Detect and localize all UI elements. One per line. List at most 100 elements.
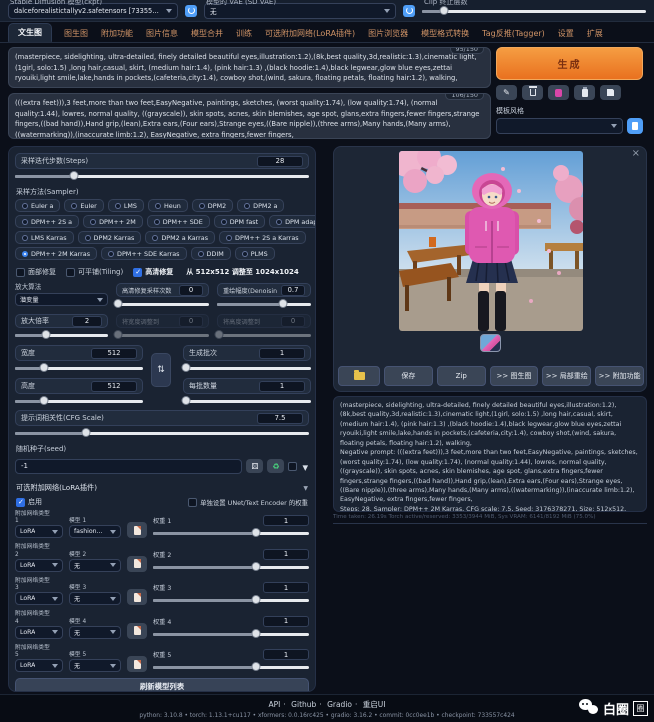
- lora-model-dropdown[interactable]: 无: [69, 659, 121, 672]
- sampler-option[interactable]: DDIM: [191, 247, 231, 260]
- lora-model-dropdown[interactable]: 无: [69, 626, 121, 639]
- reuse-seed-button[interactable]: ♻: [267, 459, 284, 473]
- lora-file-button[interactable]: [127, 556, 147, 572]
- steps-slider[interactable]: [15, 172, 309, 181]
- lora-model-dropdown[interactable]: 无: [69, 592, 121, 605]
- random-seed-button[interactable]: ⚄: [246, 459, 263, 473]
- gallery-thumbnail[interactable]: [480, 334, 501, 352]
- clip-skip-slider[interactable]: [422, 7, 646, 16]
- lora-weight-value[interactable]: 1: [263, 582, 309, 593]
- sampler-option[interactable]: DPM2 a: [237, 199, 284, 212]
- upscale-by-slider[interactable]: [15, 331, 108, 340]
- cfg-slider[interactable]: [15, 429, 309, 438]
- tab-extensions[interactable]: 扩展: [586, 25, 604, 42]
- sampler-option[interactable]: LMS Karras: [15, 231, 74, 244]
- lora-weight-slider[interactable]: [153, 663, 309, 672]
- hires-steps-value[interactable]: 0: [179, 285, 203, 296]
- height-slider[interactable]: [15, 397, 143, 406]
- lora-weight-value[interactable]: 1: [263, 515, 309, 526]
- refresh-vae-button[interactable]: [403, 5, 415, 17]
- upscale-by-value[interactable]: 2: [72, 316, 102, 327]
- sampler-option[interactable]: DPM++ SDE Karras: [101, 247, 186, 260]
- tab-img2img[interactable]: 图生图: [63, 25, 89, 42]
- width-slider[interactable]: [15, 364, 143, 373]
- upscaler-dropdown[interactable]: 潜变量: [15, 293, 108, 306]
- sampler-option[interactable]: DPM fast: [214, 215, 265, 228]
- lora-weight-slider[interactable]: [153, 529, 309, 538]
- seed-extra-caret[interactable]: ▼: [302, 463, 308, 472]
- lora-weight-slider[interactable]: [153, 596, 309, 605]
- styles-paste-button[interactable]: [627, 118, 643, 134]
- lora-type-dropdown[interactable]: LoRA: [15, 626, 63, 639]
- sampler-option[interactable]: Euler: [64, 199, 103, 212]
- sampler-option[interactable]: DPM++ SDE: [147, 215, 210, 228]
- denoising-value[interactable]: 0.7: [281, 285, 305, 296]
- swap-dimensions-button[interactable]: ⇅: [151, 353, 171, 387]
- close-icon[interactable]: ×: [632, 148, 640, 159]
- tab-txt2img[interactable]: 文生图: [8, 23, 52, 42]
- lora-weight-value[interactable]: 1: [263, 616, 309, 627]
- open-folder-button[interactable]: [338, 366, 380, 386]
- footer-link-github[interactable]: Github: [291, 700, 316, 709]
- tab-image-browser[interactable]: 图片浏览器: [367, 25, 409, 42]
- lora-weight-value[interactable]: 1: [263, 649, 309, 660]
- batch-count-value[interactable]: 1: [259, 348, 305, 359]
- lora-model-dropdown[interactable]: 无: [69, 559, 121, 572]
- lora-model-dropdown[interactable]: fashionGirl_v52: [69, 525, 121, 538]
- sampler-option[interactable]: DPM adaptive: [269, 215, 316, 228]
- save-style-button[interactable]: [600, 85, 621, 100]
- hires-steps-slider[interactable]: [116, 300, 209, 309]
- lora-file-button[interactable]: [127, 656, 147, 672]
- footer-link-gradio[interactable]: Gradio: [327, 700, 352, 709]
- sampler-option[interactable]: PLMS: [235, 247, 275, 260]
- refresh-models-button[interactable]: 刷新模型列表: [15, 678, 309, 692]
- cfg-value[interactable]: 7.5: [257, 413, 303, 424]
- width-value[interactable]: 512: [91, 348, 137, 359]
- lora-separate-weights-checkbox[interactable]: [188, 498, 197, 507]
- lora-type-dropdown[interactable]: LoRA: [15, 592, 63, 605]
- batch-size-slider[interactable]: [183, 397, 311, 406]
- lora-accordion-header[interactable]: 可选附加网络(LoRA插件) ▼: [16, 483, 308, 493]
- lora-file-button[interactable]: [127, 589, 147, 605]
- sampler-option-selected[interactable]: DPM++ 2M Karras: [15, 247, 97, 260]
- batch-size-value[interactable]: 1: [259, 381, 305, 392]
- tab-additional-networks[interactable]: 可选附加网络(LoRA插件): [264, 25, 356, 42]
- tab-extras[interactable]: 附加功能: [100, 25, 134, 42]
- send-to-inpaint-button[interactable]: >> 局部重绘: [542, 366, 591, 386]
- positive-prompt-input[interactable]: 95/150 (masterpiece, sidelighting, ultra…: [8, 47, 491, 88]
- steps-value[interactable]: 28: [257, 156, 303, 167]
- lora-type-dropdown[interactable]: LoRA: [15, 659, 63, 672]
- sampler-option[interactable]: DPM2 Karras: [78, 231, 142, 244]
- read-params-button[interactable]: ✎: [496, 85, 517, 100]
- sampler-option[interactable]: DPM++ 2S a Karras: [219, 231, 306, 244]
- lora-type-dropdown[interactable]: LoRA: [15, 559, 63, 572]
- lora-file-button[interactable]: [127, 522, 147, 538]
- sampler-option[interactable]: DPM2 a Karras: [145, 231, 215, 244]
- lora-weight-value[interactable]: 1: [263, 549, 309, 560]
- extra-seed-checkbox[interactable]: [288, 462, 297, 471]
- lora-enable-checkbox[interactable]: [16, 498, 25, 507]
- negative-prompt-input[interactable]: 106/150 (((extra feet))),3 feet,more tha…: [8, 93, 491, 139]
- hires-fix-checkbox[interactable]: [133, 268, 142, 277]
- sampler-option[interactable]: DPM2: [192, 199, 233, 212]
- seed-input[interactable]: -1: [15, 459, 242, 474]
- extra-networks-button[interactable]: [548, 85, 569, 100]
- sampler-option[interactable]: DPM++ 2S a: [15, 215, 79, 228]
- apply-style-button[interactable]: [574, 85, 595, 100]
- send-to-img2img-button[interactable]: >> 图生图: [490, 366, 539, 386]
- lora-file-button[interactable]: [127, 623, 147, 639]
- generated-image[interactable]: [399, 151, 583, 331]
- tab-train[interactable]: 训练: [235, 25, 253, 42]
- tab-tagger[interactable]: Tag反推(Tagger): [481, 25, 546, 42]
- footer-link-api[interactable]: API: [269, 700, 281, 709]
- lora-weight-slider[interactable]: [153, 563, 309, 572]
- zip-button[interactable]: Zip: [437, 366, 486, 386]
- sampler-option[interactable]: Heun: [148, 199, 188, 212]
- tab-checkpoint-merger[interactable]: 模型合并: [190, 25, 224, 42]
- generate-button[interactable]: 生成: [496, 47, 643, 80]
- lora-type-dropdown[interactable]: LoRA: [15, 525, 63, 538]
- restore-faces-checkbox[interactable]: [16, 268, 25, 277]
- sampler-option[interactable]: LMS: [108, 199, 144, 212]
- height-value[interactable]: 512: [91, 381, 137, 392]
- sampler-option[interactable]: DPM++ 2M: [83, 215, 143, 228]
